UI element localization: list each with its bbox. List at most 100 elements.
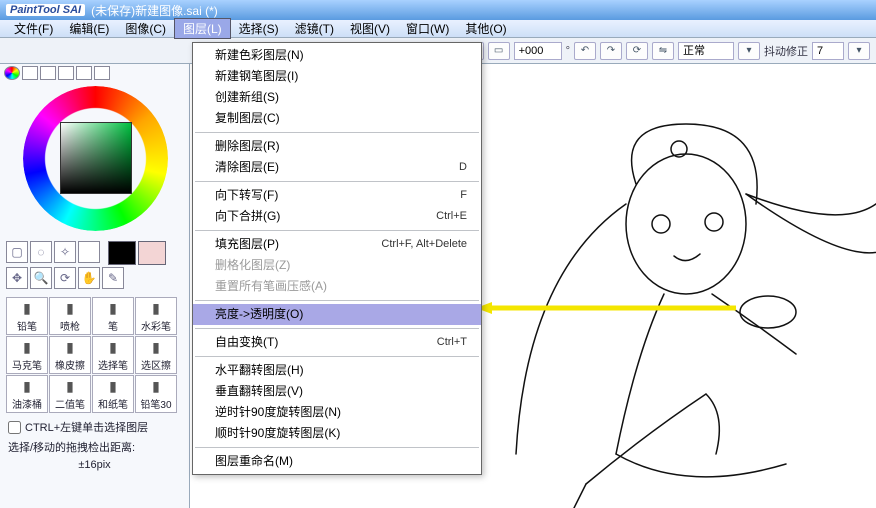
brush-6[interactable]: ▮选择笔 bbox=[92, 336, 134, 374]
brush-7[interactable]: ▮选区擦 bbox=[135, 336, 177, 374]
menu-other[interactable]: 其他(O) bbox=[457, 19, 514, 38]
brush-3[interactable]: ▮水彩笔 bbox=[135, 297, 177, 335]
menu-item-label: 清除图层(E) bbox=[215, 159, 279, 176]
menu-item[interactable]: 删除图层(R) bbox=[193, 136, 481, 157]
side-panel: ▢ ◌ ✧ ✥ 🔍 ⟳ ✋ ✎ ▮铅笔▮喷枪▮笔▮水彩笔▮马克笔▮橡皮擦▮选择笔… bbox=[0, 64, 190, 508]
brush-glyph-icon: ▮ bbox=[7, 337, 47, 357]
mode-btn-1[interactable] bbox=[22, 66, 38, 80]
mode-btn-4[interactable] bbox=[76, 66, 92, 80]
brush-1[interactable]: ▮喷枪 bbox=[49, 297, 91, 335]
flip-icon[interactable]: ⇋ bbox=[652, 42, 674, 60]
menu-separator bbox=[195, 328, 479, 329]
tool-lasso[interactable]: ◌ bbox=[30, 241, 52, 263]
menu-item-shortcut: D bbox=[459, 159, 467, 176]
menu-item[interactable]: 清除图层(E) D bbox=[193, 157, 481, 178]
brush-5[interactable]: ▮橡皮擦 bbox=[49, 336, 91, 374]
brush-grid: ▮铅笔▮喷枪▮笔▮水彩笔▮马克笔▮橡皮擦▮选择笔▮选区擦▮油漆桶▮二值笔▮和纸笔… bbox=[0, 295, 189, 415]
blend-more-icon[interactable]: ▾ bbox=[738, 42, 760, 60]
layer-menu-dropdown: 新建色彩图层(N)新建钢笔图层(I) 创建新组(S) 复制图层(C) 删除图层(R) 清… bbox=[192, 42, 482, 475]
stabilizer-more-icon[interactable]: ▾ bbox=[848, 42, 870, 60]
brush-4[interactable]: ▮马克笔 bbox=[6, 336, 48, 374]
rotate-reset-icon[interactable]: ⟳ bbox=[626, 42, 648, 60]
title-bar: PaintTool SAI (未保存)新建图像.sai (*) bbox=[0, 0, 876, 20]
brush-glyph-icon: ▮ bbox=[93, 337, 133, 357]
rotate-cw-icon[interactable]: ↷ bbox=[600, 42, 622, 60]
brush-glyph-icon: ▮ bbox=[7, 298, 47, 318]
menu-item[interactable]: 向下转写(F)F bbox=[193, 185, 481, 206]
brush-11[interactable]: ▮铅笔30 bbox=[135, 375, 177, 413]
tool-rotate[interactable]: ⟳ bbox=[54, 267, 76, 289]
menu-item[interactable]: 垂直翻转图层(V) bbox=[193, 381, 481, 402]
brush-9[interactable]: ▮二值笔 bbox=[49, 375, 91, 413]
color-mode-row bbox=[0, 64, 189, 82]
menu-item-label: 水平翻转图层(H) bbox=[215, 362, 304, 379]
menu-item-label: 创建新组(S) bbox=[215, 89, 279, 106]
tool-wand[interactable]: ✧ bbox=[54, 241, 76, 263]
menu-item[interactable]: 新建钢笔图层(I) bbox=[193, 66, 481, 87]
menu-separator bbox=[195, 356, 479, 357]
brush-10[interactable]: ▮和纸笔 bbox=[92, 375, 134, 413]
menu-select[interactable]: 选择(S) bbox=[231, 19, 287, 38]
menu-item: 重置所有笔画压感(A) bbox=[193, 276, 481, 297]
blend-mode-value: 正常 bbox=[683, 45, 705, 57]
degree-symbol: ° bbox=[566, 45, 570, 57]
menu-item-label: 删格化图层(Z) bbox=[215, 257, 290, 274]
menu-layer[interactable]: 图层(L) bbox=[174, 18, 231, 39]
menu-item-label: 删除图层(R) bbox=[215, 138, 280, 155]
brush-8[interactable]: ▮油漆桶 bbox=[6, 375, 48, 413]
menu-item-label: 亮度->透明度(O) bbox=[215, 306, 303, 323]
blend-mode-field[interactable]: 正常 bbox=[678, 42, 734, 60]
menu-item[interactable]: 复制图层(C) bbox=[193, 108, 481, 129]
menu-item[interactable]: 向下合拼(G)Ctrl+E bbox=[193, 206, 481, 227]
mode-btn-3[interactable] bbox=[58, 66, 74, 80]
tool-empty[interactable] bbox=[78, 241, 100, 263]
menu-item-label: 向下转写(F) bbox=[215, 187, 278, 204]
foreground-swatch[interactable] bbox=[108, 241, 136, 265]
background-swatch[interactable] bbox=[138, 241, 166, 265]
brush-label: 油漆桶 bbox=[7, 396, 47, 411]
menu-item[interactable]: 逆时针90度旋转图层(N) bbox=[193, 402, 481, 423]
drag-threshold-row: 选择/移动的拖拽检出距离: bbox=[0, 439, 189, 459]
menu-window[interactable]: 窗口(W) bbox=[398, 19, 457, 38]
brush-0[interactable]: ▮铅笔 bbox=[6, 297, 48, 335]
color-picker[interactable] bbox=[15, 86, 175, 231]
tool-move[interactable]: ✥ bbox=[6, 267, 28, 289]
tool-picker[interactable]: ✎ bbox=[102, 267, 124, 289]
menu-filter[interactable]: 滤镜(T) bbox=[287, 19, 342, 38]
menu-edit[interactable]: 编辑(E) bbox=[61, 19, 117, 38]
menu-item[interactable]: 创建新组(S) bbox=[193, 87, 481, 108]
color-wheel-icon[interactable] bbox=[4, 66, 20, 80]
menu-item[interactable]: 新建色彩图层(N) bbox=[193, 45, 481, 66]
menu-item[interactable]: 顺时针90度旋转图层(K) bbox=[193, 423, 481, 444]
menu-item[interactable]: 填充图层(P)Ctrl+F, Alt+Delete bbox=[193, 234, 481, 255]
menu-file[interactable]: 文件(F) bbox=[6, 19, 61, 38]
menu-item[interactable]: 水平翻转图层(H) bbox=[193, 360, 481, 381]
menu-item-label: 自由变换(T) bbox=[215, 334, 278, 351]
ctrl-click-option[interactable]: CTRL+左键单击选择图层 bbox=[0, 415, 189, 439]
ctrl-click-checkbox[interactable] bbox=[8, 421, 21, 434]
menu-item[interactable]: 图层重命名(M) bbox=[193, 451, 481, 472]
brush-label: 橡皮擦 bbox=[50, 357, 90, 372]
menu-item[interactable]: 亮度->透明度(O) bbox=[193, 304, 481, 325]
menu-bar: 文件(F) 编辑(E) 图像(C) 图层(L) 选择(S) 滤镜(T) 视图(V… bbox=[0, 20, 876, 38]
mode-btn-5[interactable] bbox=[94, 66, 110, 80]
sat-val-box[interactable] bbox=[60, 122, 132, 194]
tool-grid: ▢ ◌ ✧ ✥ 🔍 ⟳ ✋ ✎ bbox=[0, 237, 189, 295]
menu-item[interactable]: 自由变换(T)Ctrl+T bbox=[193, 332, 481, 353]
brush-label: 选择笔 bbox=[93, 357, 133, 372]
tool-hand[interactable]: ✋ bbox=[78, 267, 100, 289]
app-logo: PaintTool SAI bbox=[6, 4, 85, 16]
brush-2[interactable]: ▮笔 bbox=[92, 297, 134, 335]
mode-btn-2[interactable] bbox=[40, 66, 56, 80]
doc-dup-icon[interactable]: ▭ bbox=[488, 42, 510, 60]
menu-image[interactable]: 图像(C) bbox=[117, 19, 174, 38]
rotation-angle-field[interactable]: +000 bbox=[514, 42, 562, 60]
menu-view[interactable]: 视图(V) bbox=[342, 19, 398, 38]
tool-rect-select[interactable]: ▢ bbox=[6, 241, 28, 263]
stabilizer-value: 7 bbox=[817, 45, 823, 57]
tool-zoom[interactable]: 🔍 bbox=[30, 267, 52, 289]
menu-separator bbox=[195, 447, 479, 448]
brush-glyph-icon: ▮ bbox=[93, 298, 133, 318]
rotate-ccw-icon[interactable]: ↶ bbox=[574, 42, 596, 60]
stabilizer-field[interactable]: 7 bbox=[812, 42, 844, 60]
